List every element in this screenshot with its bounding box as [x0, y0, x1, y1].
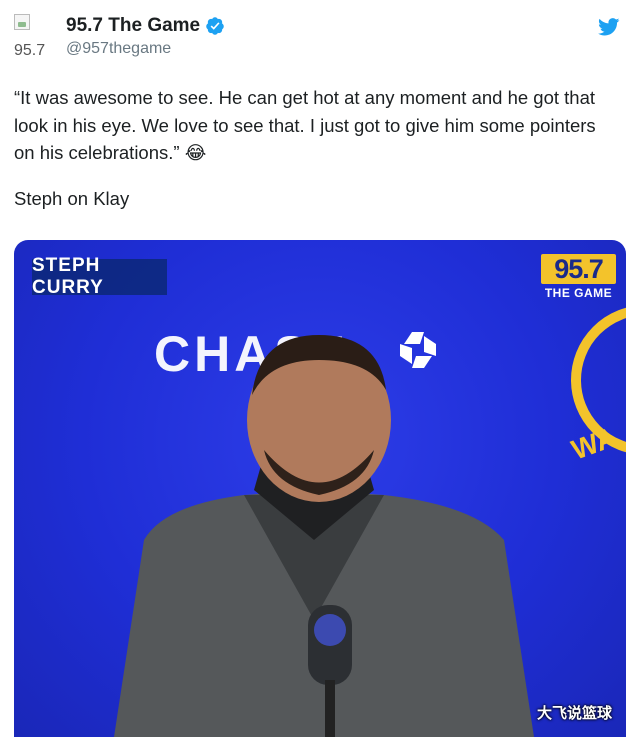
- avatar-alt-text: 95.7: [14, 42, 46, 59]
- tweet-media-video[interactable]: CHASE WA STEPH CURRY 95.7 THE GAME 大飞说篮球: [14, 240, 626, 737]
- speaker-figure: [114, 335, 534, 737]
- avatar[interactable]: 95.7: [14, 14, 54, 59]
- broken-image-icon: [14, 14, 30, 30]
- station-number: 95.7: [541, 254, 616, 284]
- name-chip-label: STEPH CURRY: [32, 255, 104, 298]
- watermark-text: 大飞说篮球: [536, 705, 612, 722]
- display-name[interactable]: 95.7 The Game: [66, 15, 200, 37]
- tweet-text: “It was awesome to see. He can get hot a…: [14, 87, 596, 163]
- station-name: THE GAME: [544, 286, 613, 300]
- twitter-bird-icon[interactable]: [598, 18, 620, 36]
- station-logo: 95.7 THE GAME: [541, 254, 616, 302]
- handle[interactable]: @957thegame: [66, 40, 171, 58]
- tweet-header: 95.7 95.7 The Game @957thegame: [14, 12, 624, 62]
- tweet-subtext: Steph on Klay: [14, 188, 130, 209]
- author-name-row[interactable]: 95.7 The Game: [66, 15, 225, 37]
- verified-badge-icon: [206, 17, 224, 35]
- name-chip-overlay: STEPH CURRY: [32, 255, 167, 298]
